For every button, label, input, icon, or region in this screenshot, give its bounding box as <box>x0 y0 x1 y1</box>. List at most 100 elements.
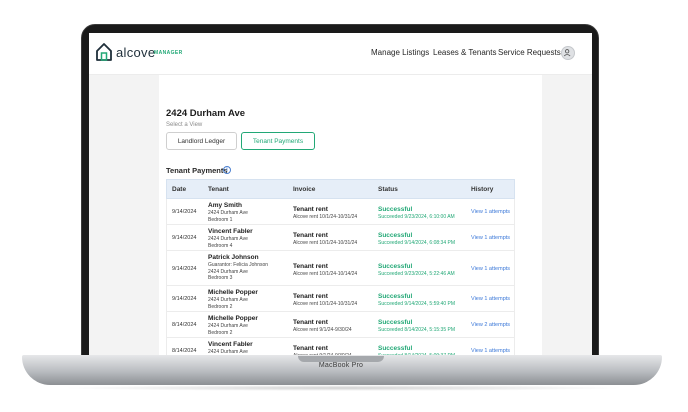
payments-table: Date Tenant Invoice Status History 9/14/… <box>166 179 515 355</box>
invoice-cell: Tenant rent Alcove rent 10/1/24-10/14/24 <box>293 263 357 278</box>
table-row: 9/14/2024 Amy Smith 2424 Durham Ave Bedroom… <box>166 199 515 225</box>
header-history: History <box>471 186 494 193</box>
date-cell: 9/14/2024 <box>172 266 197 272</box>
laptop-shadow <box>60 385 626 391</box>
tenant-name: Amy Smith <box>208 202 242 209</box>
tenant-cell: Amy Smith 2424 Durham Ave Bedroom 1 <box>208 202 248 223</box>
status-cell: SuccessfulSucceeded 8/14/2024, 5:09:37 P… <box>378 345 455 355</box>
status-detail: Succeeded 8/14/2024, 5:15:35 PM <box>378 327 456 333</box>
status-detail: Succeeded 9/23/2024, 6:10:00 AM <box>378 214 455 220</box>
tenant-cell: Vincent Fabler2424 Durham AveBedroom 4 <box>208 228 253 249</box>
tenant-detail: 2424 Durham Ave <box>208 349 248 355</box>
invoice-desc: Alcove rent 10/1/24-10/31/24 <box>293 240 358 246</box>
invoice-desc: Alcove rent 9/1/24-9/30/24 <box>293 327 352 333</box>
tenant-name: Vincent Fabler <box>208 341 253 348</box>
invoice-cell: Tenant rentAlcove rent 9/1/24-9/30/24 <box>293 345 352 355</box>
house-logo-icon[interactable] <box>95 42 113 62</box>
table-body: 9/14/2024 Amy Smith 2424 Durham Ave Bedroom… <box>166 199 515 355</box>
brand-name: alcove <box>116 45 156 60</box>
table-row: 9/14/2024 Michelle Popper 2424 Durham Ave B… <box>166 286 515 312</box>
status-cell: Successful Succeeded 9/14/2024, 6:08:34 P… <box>378 232 455 246</box>
device-label: MacBook Pro <box>318 362 364 369</box>
status-detail: Succeeded 9/23/2024, 5:22:46 AM <box>378 271 455 277</box>
section-title: Tenant Payments <box>166 166 228 175</box>
status-cell: Successful Succeeded 9/23/2024, 5:22:46 A… <box>378 263 455 277</box>
invoice-cell: Tenant rentAlcove rent 9/1/24-9/30/24 <box>293 319 352 334</box>
header-status: Status <box>378 186 398 193</box>
status-badge: Successful <box>378 263 413 270</box>
invoice-type: Tenant rent <box>293 345 328 352</box>
app-header: alcove MANAGER Manage Listings Leases & … <box>89 33 592 75</box>
date-cell: 9/14/2024 <box>172 235 197 241</box>
screen: alcove MANAGER Manage Listings Leases & … <box>89 33 592 355</box>
page-title: 2424 Durham Ave <box>166 108 246 119</box>
tenant-cell: Michelle Popper 2424 Durham Ave Bedroom 2 <box>208 289 258 310</box>
status-badge: Successful <box>378 345 413 352</box>
tenant-cell: Vincent Fabler2424 Durham AveBedroom 4 <box>208 341 253 355</box>
invoice-cell: Tenant rent Alcove rent 10/1/24-10/31/24 <box>293 293 357 308</box>
header-invoice: Invoice <box>293 186 316 193</box>
nav-manage-listings[interactable]: Manage Listings <box>371 48 429 57</box>
landlord-ledger-button[interactable]: Landlord Ledger <box>166 132 237 150</box>
header-date: Date <box>172 186 187 193</box>
status-badge: Successful <box>378 319 413 326</box>
tenant-cell: Patrick Johnson Guarantor: Felicia Johnso… <box>208 254 268 282</box>
invoice-desc: Alcove rent 10/1/24-10/31/24 <box>293 214 358 220</box>
tenant-detail: Bedroom 2 <box>208 303 233 310</box>
status-cell: Successful Succeeded 9/14/2024, 5:59:40 P… <box>378 293 455 307</box>
tenant-name: Michelle Popper <box>208 315 258 322</box>
view-attempts-link[interactable]: View 1 attempts <box>471 235 510 241</box>
brand-tag: MANAGER <box>154 50 183 56</box>
tenant-name: Michelle Popper <box>208 289 258 296</box>
table-row: 8/14/2024 Vincent Fabler2424 Durham AveBe… <box>166 338 515 355</box>
tenant-detail: Bedroom 2 <box>208 329 233 336</box>
status-badge: Successful <box>378 206 413 213</box>
view-attempts-link[interactable]: View 1 attempts <box>471 209 510 215</box>
invoice-desc: Alcove rent 10/1/24-10/31/24 <box>293 301 358 307</box>
invoice-desc: Alcove rent 10/1/24-10/14/24 <box>293 271 358 277</box>
tenant-detail: Bedroom 4 <box>208 242 233 249</box>
tenant-detail: 2424 Durham Ave <box>208 210 248 216</box>
table-row: 9/14/2024 Vincent Fabler 2424 Durham Ave Be… <box>166 225 515 251</box>
invoice-type: Tenant rent <box>293 319 328 326</box>
status-detail: Succeeded 9/14/2024, 5:59:40 PM <box>378 301 456 307</box>
tenant-payments-button[interactable]: Tenant Payments <box>241 132 315 150</box>
invoice-type: Tenant rent <box>293 206 328 213</box>
view-attempts-link[interactable]: View 1 attempts <box>471 266 510 272</box>
table-row: 8/14/2024 Michelle Popper 2424 Durham Ave B… <box>166 312 515 338</box>
invoice-cell: Tenant rent Alcove rent 10/1/24-10/31/24 <box>293 232 357 247</box>
status-cell: Successful Succeeded 9/23/2024, 6:10:00 A… <box>378 206 455 220</box>
view-attempts-link[interactable]: View 1 attempts <box>471 296 510 302</box>
tenant-detail: 2424 Durham Ave <box>208 236 248 242</box>
status-badge: Successful <box>378 232 413 239</box>
tenant-detail: Guarantor: Felicia Johnson <box>208 262 269 268</box>
tenant-detail: Bedroom 1 <box>208 216 233 223</box>
status-detail: Succeeded 8/14/2024, 5:09:37 PM <box>378 353 455 355</box>
header-tenant: Tenant <box>208 186 229 193</box>
tenant-cell: Michelle Popper 2424 Durham Ave Bedroom 2 <box>208 315 258 336</box>
invoice-cell: Tenant rent Alcove rent 10/1/24-10/31/24 <box>293 206 357 221</box>
invoice-type: Tenant rent <box>293 263 328 270</box>
invoice-type: Tenant rent <box>293 293 328 300</box>
invoice-desc: Alcove rent 9/1/24-9/30/24 <box>293 353 352 355</box>
date-cell: 8/14/2024 <box>172 348 197 354</box>
content-panel: 2424 Durham Ave Select a View Landlord L… <box>159 75 542 355</box>
nav-leases-tenants[interactable]: Leases & Tenants <box>433 48 496 57</box>
select-view-label: Select a View <box>166 122 203 128</box>
nav-service-requests[interactable]: Service Requests <box>498 48 561 57</box>
table-row: 9/14/2024 Patrick Johnson Guarantor: Felic… <box>166 251 515 286</box>
table-header: Date Tenant Invoice Status History <box>166 179 515 199</box>
date-cell: 9/14/2024 <box>172 296 197 302</box>
tenant-detail: Bedroom 3 <box>208 275 233 281</box>
view-attempts-link[interactable]: View 1 attempts <box>471 348 510 354</box>
user-avatar-icon[interactable] <box>561 46 575 60</box>
status-detail: Succeeded 9/14/2024, 6:08:34 PM <box>378 240 456 246</box>
date-cell: 9/14/2024 <box>172 209 197 215</box>
info-icon[interactable]: i <box>223 166 231 174</box>
status-badge: Successful <box>378 293 413 300</box>
invoice-type: Tenant rent <box>293 232 328 239</box>
tenant-name: Vincent Fabler <box>208 228 253 235</box>
status-cell: Successful Succeeded 8/14/2024, 5:15:35 P… <box>378 319 455 333</box>
view-attempts-link[interactable]: View 2 attempts <box>471 322 510 328</box>
date-cell: 8/14/2024 <box>172 322 197 328</box>
